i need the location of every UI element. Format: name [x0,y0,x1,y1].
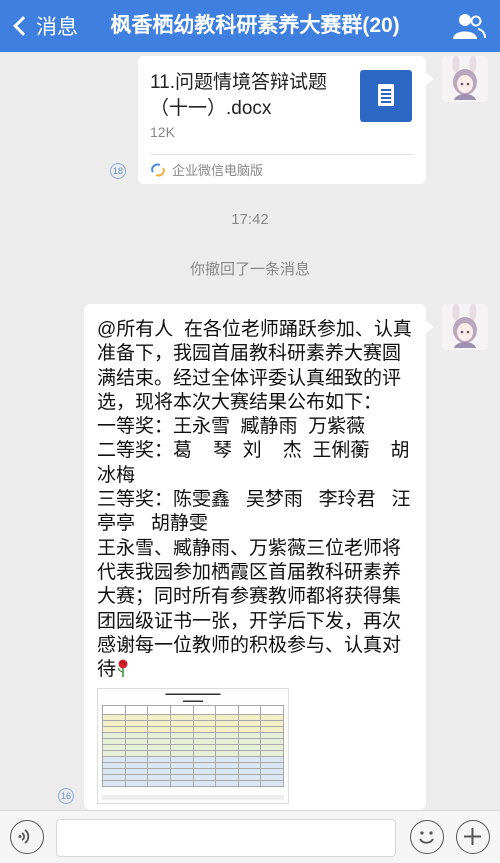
voice-button[interactable] [10,820,44,854]
rose-icon [118,659,128,678]
file-size: 12K [150,124,175,140]
message-body: @所有人 在各位老师踊跃参加、认真准备下，我园首届教科研素养大赛圆满结束。经过全… [97,319,412,681]
results-table-image[interactable]: ▬▬▬▬▬▬▬▬▬▬▬ ▬▬▬▬ [97,688,289,804]
thumb-subtitle-line: ▬▬▬▬ [183,698,203,704]
voice-icon [18,829,30,844]
file-name: 11.问题情境答辩试题（十一）.docx [150,72,328,119]
back-button[interactable]: 消息 [8,0,78,52]
file-source-label: 企业微信电脑版 [172,163,264,178]
timestamp: 17:42 [231,211,269,228]
emoji-button[interactable] [410,820,444,854]
thumb-footnote [102,795,284,800]
plus-icon [464,828,481,845]
message-text: @所有人 在各位老师踊跃参加、认真准备下，我园首届教科研素养大赛圆满结束。经过全… [97,318,417,682]
document-icon [360,70,412,122]
read-count-badge[interactable]: 16 [58,788,74,804]
thumb-table [102,705,284,787]
emoji-icon [419,831,434,844]
chevron-left-icon [13,16,33,36]
avatar[interactable] [442,56,488,102]
avatar-bunny-girl-icon [442,304,488,350]
read-count-badge[interactable]: 18 [110,163,126,179]
file-message-bubble[interactable]: 11.问题情境答辩试题（十一）.docx 企业微信电脑版 [138,56,434,184]
divider [150,154,414,155]
avatar-bunny-girl-icon [442,56,488,102]
back-label: 消息 [36,16,78,39]
nav-bar: 消息 枫香栖幼教科研素养大赛群(20) [0,0,500,52]
plus-button[interactable] [456,820,490,854]
thumb-title-line: ▬▬▬▬▬▬▬▬▬▬▬ [165,691,221,697]
file-source: 企业微信电脑版 [150,160,263,179]
group-people-icon[interactable] [452,12,486,40]
input-bar [0,810,500,863]
chat-title: 枫香栖幼教科研素养大赛群(20) [110,14,400,37]
wecom-icon [151,163,165,176]
recall-notice: 你撤回了一条消息 [189,261,310,278]
avatar[interactable] [442,304,488,350]
text-message-bubble[interactable]: @所有人 在各位老师踊跃参加、认真准备下，我园首届教科研素养大赛圆满结束。经过全… [84,304,434,810]
message-input[interactable] [56,819,396,857]
